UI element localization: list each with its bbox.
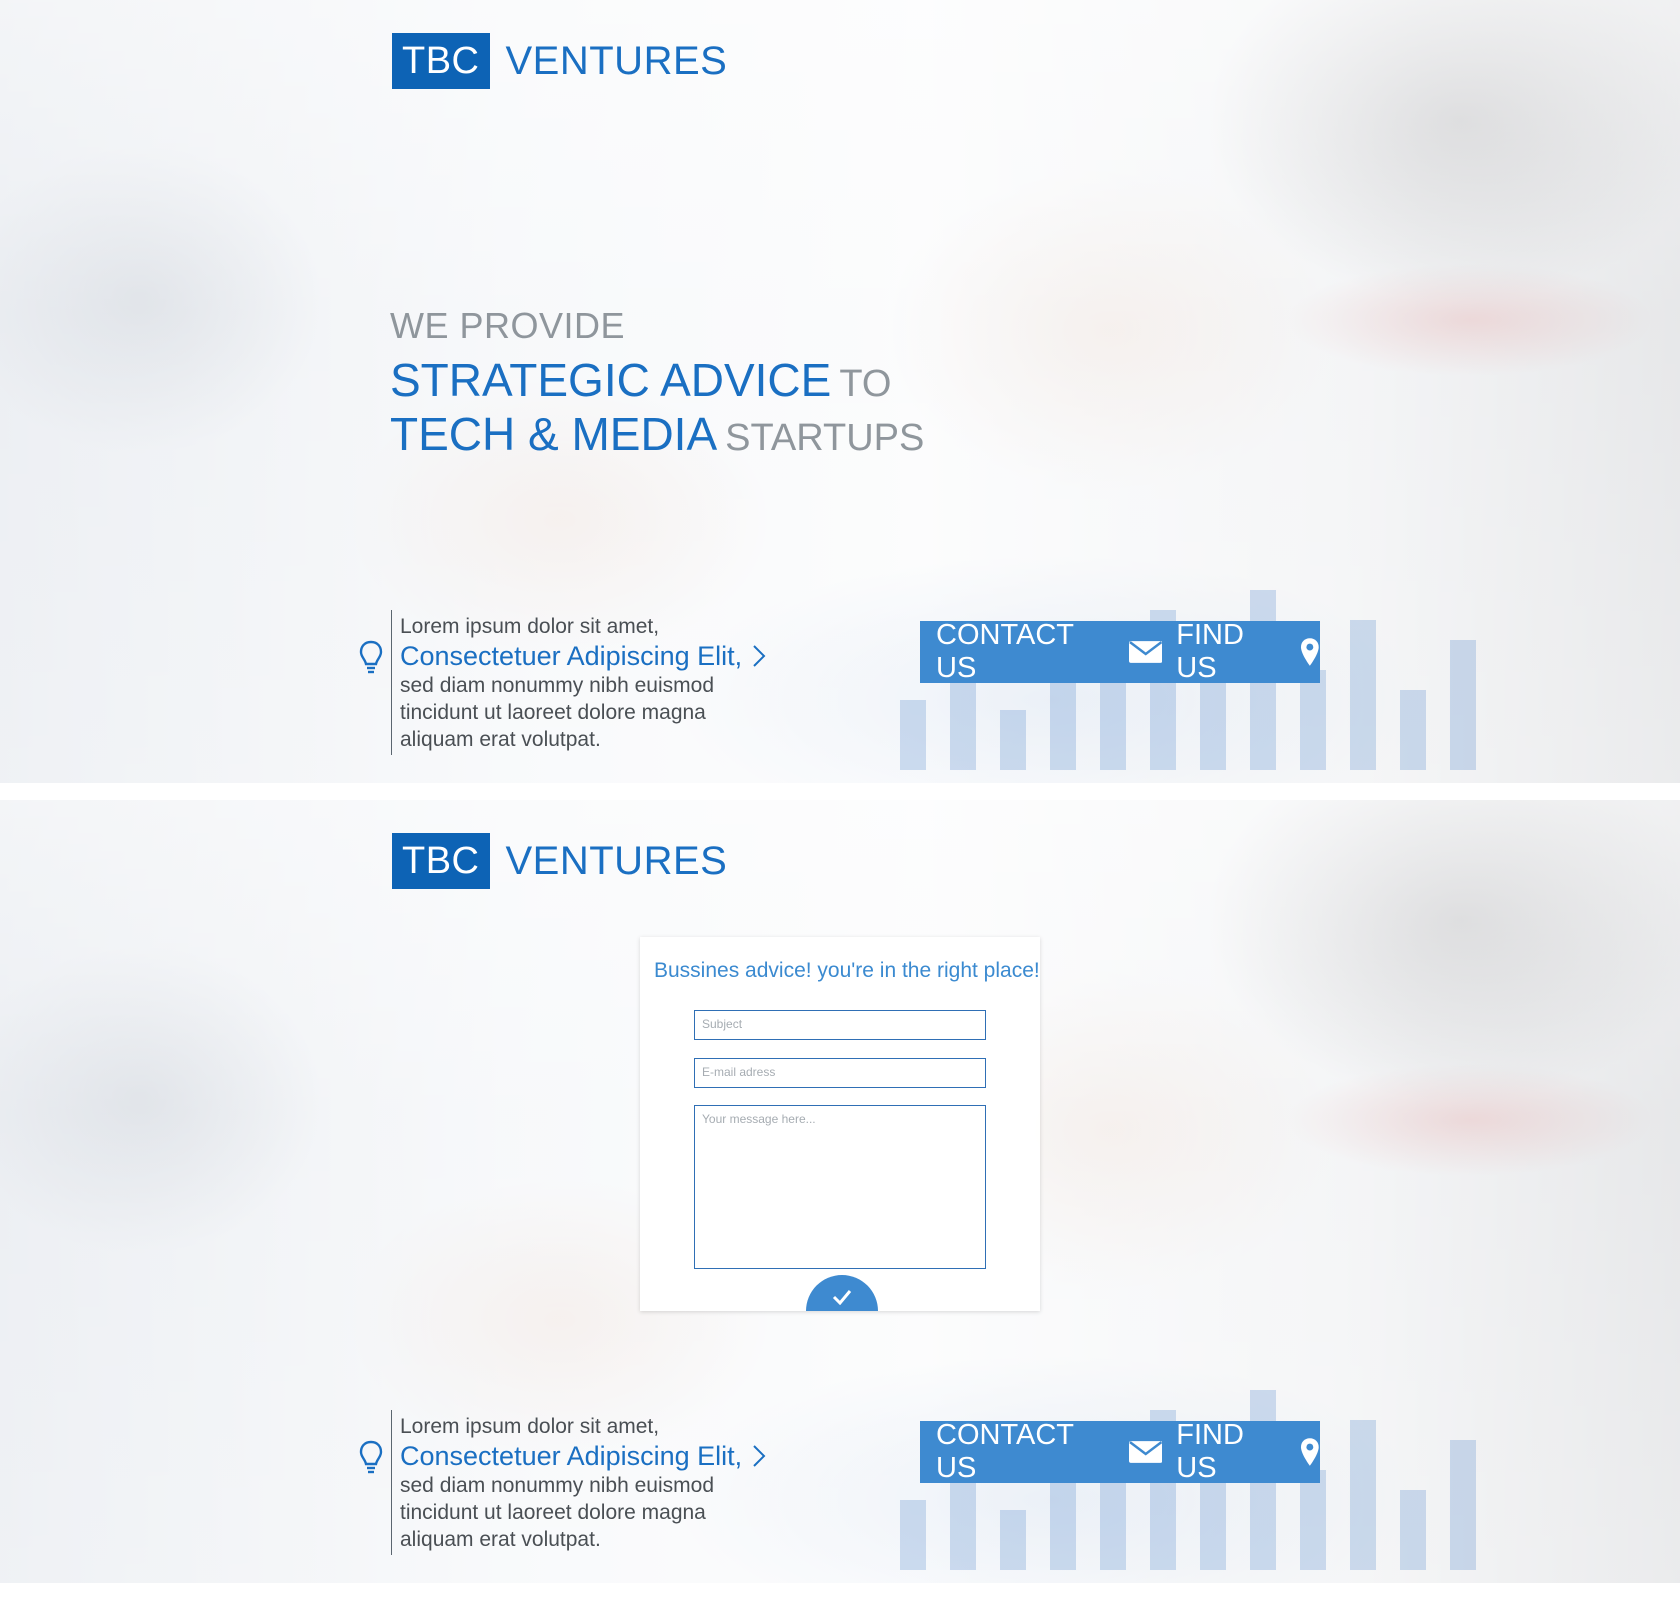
info-line-5: aliquam erat volutpat. xyxy=(400,728,601,751)
logo-wordmark: VENTURES xyxy=(505,38,728,83)
contact-us-label: CONTACT US xyxy=(936,619,1074,684)
lightbulb-icon xyxy=(359,640,383,674)
lightbulb-icon xyxy=(359,1440,383,1474)
headline-emphasis-1: STRATEGIC ADVICE xyxy=(390,354,832,406)
info-line-5: aliquam erat volutpat. xyxy=(400,1528,601,1551)
headline-line-2: STRATEGIC ADVICE TO xyxy=(390,353,924,407)
info-block: Lorem ipsum dolor sit amet, Consectetuer… xyxy=(358,610,778,755)
contact-us-label: CONTACT US xyxy=(936,1419,1074,1484)
headline-line-1: WE PROVIDE xyxy=(390,305,626,346)
headline-line-3: TECH & MEDIA STARTUPS xyxy=(390,407,924,461)
message-textarea[interactable]: Your message here... xyxy=(694,1105,986,1269)
email-input[interactable]: E-mail adress xyxy=(694,1058,986,1088)
envelope-icon xyxy=(1128,1441,1163,1463)
info-divider xyxy=(391,610,392,755)
contact-us-button[interactable]: CONTACT US xyxy=(936,1419,1163,1485)
contact-form-card: Bussines advice! you're in the right pla… xyxy=(640,937,1040,1311)
headline-connector-2: STARTUPS xyxy=(725,417,925,459)
info-line-3: sed diam nonummy nibh euismod xyxy=(400,1474,714,1497)
chevron-right-icon xyxy=(753,1445,766,1467)
chevron-right-icon xyxy=(753,645,766,667)
subject-placeholder: Subject xyxy=(702,1017,743,1031)
find-us-label: FIND US xyxy=(1176,619,1244,684)
email-placeholder: E-mail adress xyxy=(702,1065,776,1079)
action-bar: CONTACT US FIND US xyxy=(920,1419,1320,1485)
subject-input[interactable]: Subject xyxy=(694,1010,986,1040)
hero-headline: WE PROVIDE STRATEGIC ADVICE TO TECH & MED… xyxy=(390,305,924,461)
info-link[interactable]: Consectetuer Adipiscing Elit, xyxy=(400,1440,766,1472)
submit-button[interactable] xyxy=(806,1275,878,1311)
info-line-4: tincidunt ut laoreet dolore magna xyxy=(400,1501,706,1524)
message-placeholder: Your message here... xyxy=(702,1112,816,1126)
logo-mark: TBC xyxy=(392,33,490,89)
logo-mark: TBC xyxy=(392,833,490,889)
info-text: Lorem ipsum dolor sit amet, Consectetuer… xyxy=(400,1413,766,1553)
info-text: Lorem ipsum dolor sit amet, Consectetuer… xyxy=(400,613,766,753)
info-link[interactable]: Consectetuer Adipiscing Elit, xyxy=(400,640,766,672)
headline-connector-1: TO xyxy=(839,363,892,405)
form-title: Bussines advice! you're in the right pla… xyxy=(654,959,1040,982)
contact-us-button[interactable]: CONTACT US xyxy=(936,619,1163,685)
info-link-label: Consectetuer Adipiscing Elit, xyxy=(400,641,743,671)
info-line-3: sed diam nonummy nibh euismod xyxy=(400,674,714,697)
logo[interactable]: TBC VENTURES xyxy=(392,33,727,89)
envelope-icon xyxy=(1128,641,1163,663)
find-us-button[interactable]: FIND US xyxy=(1176,1419,1320,1485)
logo[interactable]: TBC VENTURES xyxy=(392,833,727,889)
hero-panel: TBC VENTURES WE PROVIDE STRATEGIC ADVICE… xyxy=(0,0,1680,783)
checkmark-icon xyxy=(832,1290,852,1305)
headline-emphasis-2: TECH & MEDIA xyxy=(390,408,718,460)
find-us-button[interactable]: FIND US xyxy=(1176,619,1320,685)
map-pin-icon xyxy=(1301,1438,1320,1466)
info-link-label: Consectetuer Adipiscing Elit, xyxy=(400,1441,743,1471)
info-line-4: tincidunt ut laoreet dolore magna xyxy=(400,701,706,724)
action-bar: CONTACT US FIND US xyxy=(920,619,1320,685)
info-line-1: Lorem ipsum dolor sit amet, xyxy=(400,615,660,638)
logo-wordmark: VENTURES xyxy=(505,838,728,883)
info-line-1: Lorem ipsum dolor sit amet, xyxy=(400,1415,660,1438)
map-pin-icon xyxy=(1301,638,1320,666)
find-us-label: FIND US xyxy=(1176,1419,1244,1484)
info-block: Lorem ipsum dolor sit amet, Consectetuer… xyxy=(358,1410,778,1555)
info-divider xyxy=(391,1410,392,1555)
